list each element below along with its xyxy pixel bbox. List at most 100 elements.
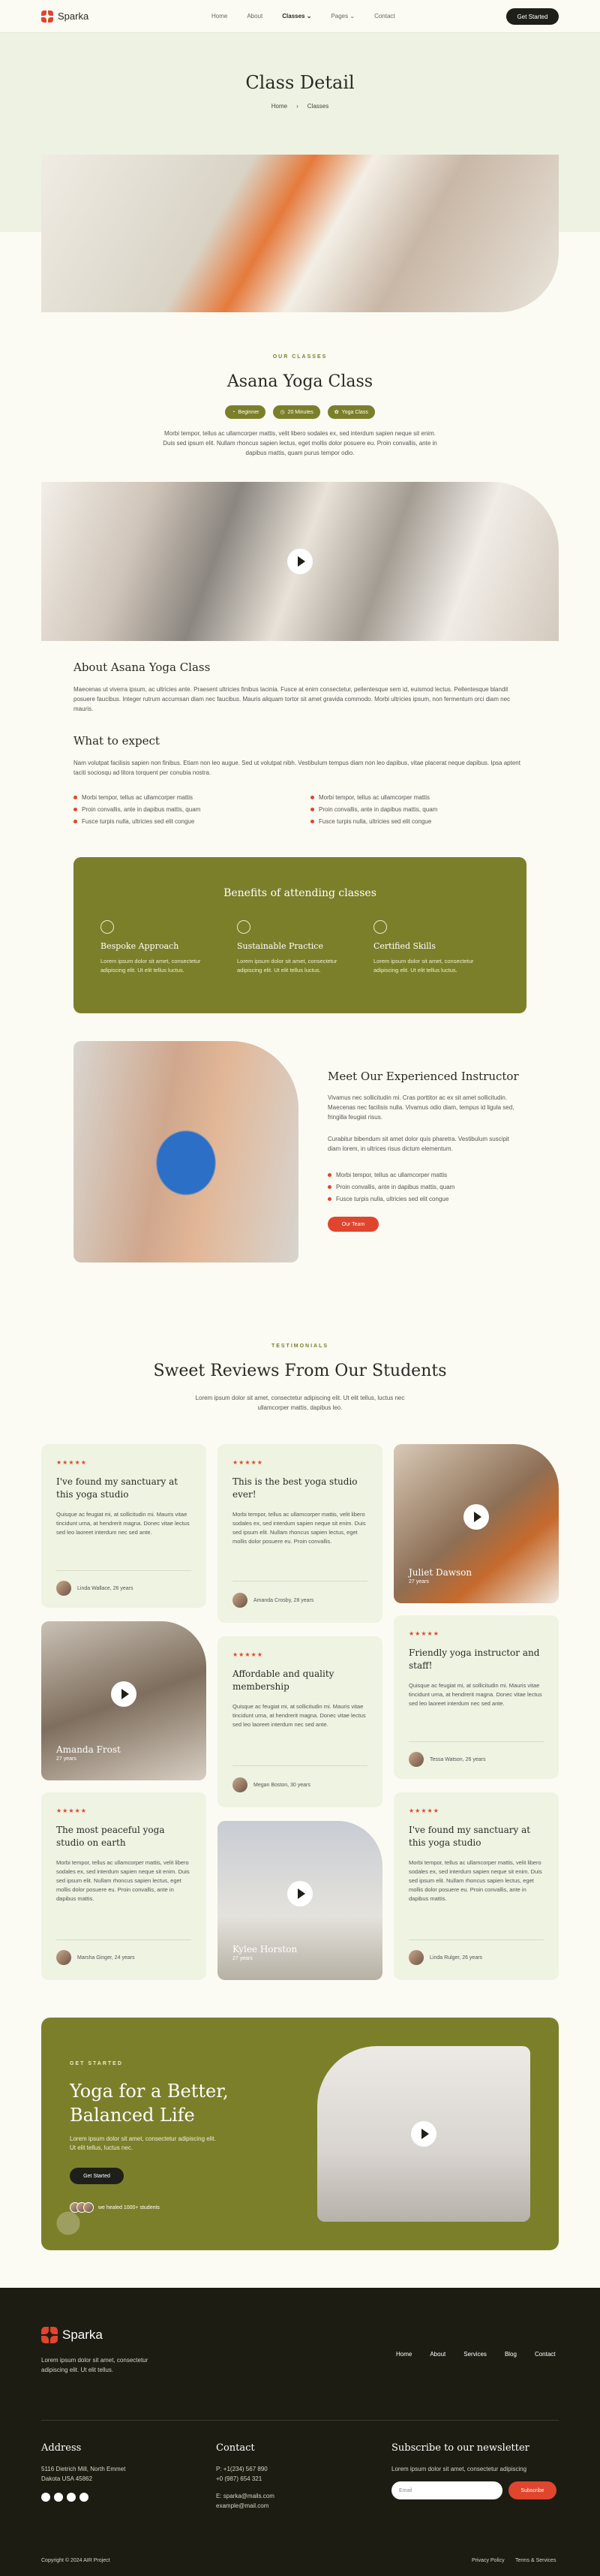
author-name: Megan Boston, 30 years <box>254 1782 310 1788</box>
list-item: Proin convallis, ante in dapibus mattis,… <box>310 803 437 815</box>
rating-stars-icon: ★★★★★ <box>232 1459 263 1466</box>
email-link[interactable]: E: sparka@mails.com <box>216 2491 274 2501</box>
footer-nav-blog[interactable]: Blog <box>505 2351 517 2358</box>
list-item-text: Proin convallis, ante in dapibus mattis,… <box>319 805 438 813</box>
list-item-text: Morbi tempor, tellus ac ullamcorper matt… <box>336 1171 448 1178</box>
footer-bottom: Copyright © 2024 AIR Project Privacy Pol… <box>41 2558 559 2563</box>
avatar <box>232 1777 248 1792</box>
expect-title: What to expect <box>74 734 160 748</box>
benefit-item: Sustainable Practice Lorem ipsum dolor s… <box>237 920 357 975</box>
bullet-dot-icon <box>74 819 77 823</box>
instructor-text-1: Vivamus nec sollicitudin mi. Cras portti… <box>328 1094 514 1121</box>
clock-icon: ◷ <box>280 410 285 415</box>
review-card: ★★★★★ This is the best yoga studio ever!… <box>218 1444 382 1623</box>
list-item-text: Fusce turpis nulla, ultricies sed elit c… <box>82 817 195 825</box>
review-title: Affordable and quality membership <box>232 1669 334 1692</box>
review-text: Quisque ac feugiat mi, at sollicitudin m… <box>409 1682 542 1707</box>
author-name: Marsha Ginger, 24 years <box>77 1955 135 1961</box>
phone[interactable]: P: +1(234) 567 890 <box>216 2464 274 2474</box>
avatar <box>83 2202 94 2213</box>
facebook-icon[interactable] <box>41 2493 50 2502</box>
bullet-dot-icon <box>310 819 314 823</box>
privacy-policy-link[interactable]: Privacy Policy <box>472 2558 505 2563</box>
our-team-button[interactable]: Our Team <box>328 1217 379 1232</box>
bullet-dot-icon <box>310 795 314 799</box>
newsletter-email-input[interactable]: Email <box>392 2481 502 2499</box>
avatar <box>56 1581 71 1596</box>
address-line: Dakota USA 45862 <box>41 2475 93 2482</box>
joined-text: we healed 1000+ students <box>98 2204 160 2210</box>
play-icon[interactable] <box>411 2121 436 2147</box>
review-title: Friendly yoga instructor and staff! <box>409 1648 540 1671</box>
footer-nav-about[interactable]: About <box>430 2351 446 2358</box>
divider <box>409 1741 544 1742</box>
get-started-button[interactable]: Get Started <box>506 8 559 25</box>
review-author: Amanda Crosby, 28 years <box>232 1593 314 1608</box>
footer-nav-contact[interactable]: Contact <box>535 2351 556 2358</box>
youtube-icon[interactable] <box>80 2493 88 2502</box>
play-icon[interactable] <box>111 1681 136 1707</box>
review-text: Quisque ac feugiat mi, at sollicitudin m… <box>232 1703 366 1728</box>
cta-get-started-button[interactable]: Get Started <box>70 2168 124 2184</box>
list-item-text: Proin convallis, ante in dapibus mattis,… <box>82 805 201 813</box>
avatar <box>409 1950 424 1965</box>
video-testimonial[interactable]: Kylee Horston 27 years <box>218 1821 382 1980</box>
hero-class-photo <box>41 155 559 312</box>
breadcrumb-home[interactable]: Home <box>272 103 287 110</box>
chevron-down-icon: ⌄ <box>350 13 356 20</box>
copyright: Copyright © 2024 AIR Project <box>41 2558 110 2563</box>
review-text: Quisque ac feugiat mi, at sollicitudin m… <box>56 1511 190 1536</box>
cta-text: Lorem ipsum dolor sit amet, consectetur … <box>70 2135 216 2151</box>
sparkle-icon <box>100 920 114 934</box>
subscribe-button[interactable]: Subscribe <box>508 2481 556 2499</box>
benefit-text: Lorem ipsum dolor sit amet, consectetur … <box>100 958 201 974</box>
breadcrumb: Home › Classes <box>0 103 600 110</box>
instagram-icon[interactable] <box>67 2493 76 2502</box>
bullet-dot-icon <box>328 1196 332 1201</box>
bullet-dot-icon <box>74 795 77 799</box>
chevron-down-icon: ⌄ <box>306 13 312 20</box>
cta-title: Yoga for a Better, Balanced Life <box>70 2081 229 2126</box>
main-menu: Home About Classes ⌄ Pages ⌄ Contact <box>212 13 395 20</box>
email-link[interactable]: example@mail.com <box>216 2501 274 2511</box>
top-navbar: Sparka Home About Classes ⌄ Pages ⌄ Cont… <box>0 0 600 33</box>
bullet-dot-icon <box>74 807 77 811</box>
phone[interactable]: +0 (987) 654 321 <box>216 2474 274 2484</box>
flower-logo-icon <box>41 10 53 23</box>
review-title: I've found my sanctuary at this yoga stu… <box>409 1825 531 1848</box>
twitter-icon[interactable] <box>54 2493 63 2502</box>
pill-duration-label: 20 Minutes <box>287 409 314 415</box>
pill-duration: ◷ 20 Minutes <box>273 405 320 419</box>
flower-logo-icon <box>41 2327 58 2343</box>
nav-classes[interactable]: Classes ⌄ <box>282 13 311 20</box>
list-item-text: Proin convallis, ante in dapibus mattis,… <box>336 1183 455 1190</box>
class-video-thumbnail[interactable] <box>41 482 559 641</box>
brand-logo[interactable]: Sparka <box>41 10 88 23</box>
nav-about[interactable]: About <box>247 13 262 20</box>
list-item: Morbi tempor, tellus ac ullamcorper matt… <box>74 791 200 803</box>
footer-nav-services[interactable]: Services <box>464 2351 487 2358</box>
footer-logo[interactable]: Sparka <box>41 2327 103 2343</box>
students-joined: we healed 1000+ students <box>70 2202 160 2213</box>
review-title: The most peaceful yoga studio on earth <box>56 1825 165 1848</box>
level-icon: ◔ <box>232 409 236 415</box>
divider <box>232 1765 368 1766</box>
users-icon <box>374 920 387 934</box>
benefit-item: Bespoke Approach Lorem ipsum dolor sit a… <box>100 920 220 975</box>
play-icon[interactable] <box>287 549 313 574</box>
bullet-dot-icon <box>328 1184 332 1189</box>
video-testimonial[interactable]: Juliet Dawson 27 years <box>394 1444 559 1603</box>
author-name: Tessa Watson, 26 years <box>430 1756 486 1762</box>
review-title: I've found my sanctuary at this yoga stu… <box>56 1476 178 1500</box>
play-icon[interactable] <box>287 1881 313 1906</box>
footer-nav-home[interactable]: Home <box>396 2351 412 2358</box>
nav-pages[interactable]: Pages ⌄ <box>331 13 355 20</box>
cta-video-thumbnail[interactable] <box>317 2046 530 2222</box>
nav-home[interactable]: Home <box>212 13 227 20</box>
video-testimonial[interactable]: Amanda Frost 27 years <box>41 1621 206 1780</box>
yoga-icon: ✿ <box>334 410 339 415</box>
list-item-text: Fusce turpis nulla, ultricies sed elit c… <box>319 817 432 825</box>
nav-contact[interactable]: Contact <box>374 13 395 20</box>
play-icon[interactable] <box>464 1504 489 1530</box>
terms-link[interactable]: Terms & Services <box>515 2558 556 2563</box>
